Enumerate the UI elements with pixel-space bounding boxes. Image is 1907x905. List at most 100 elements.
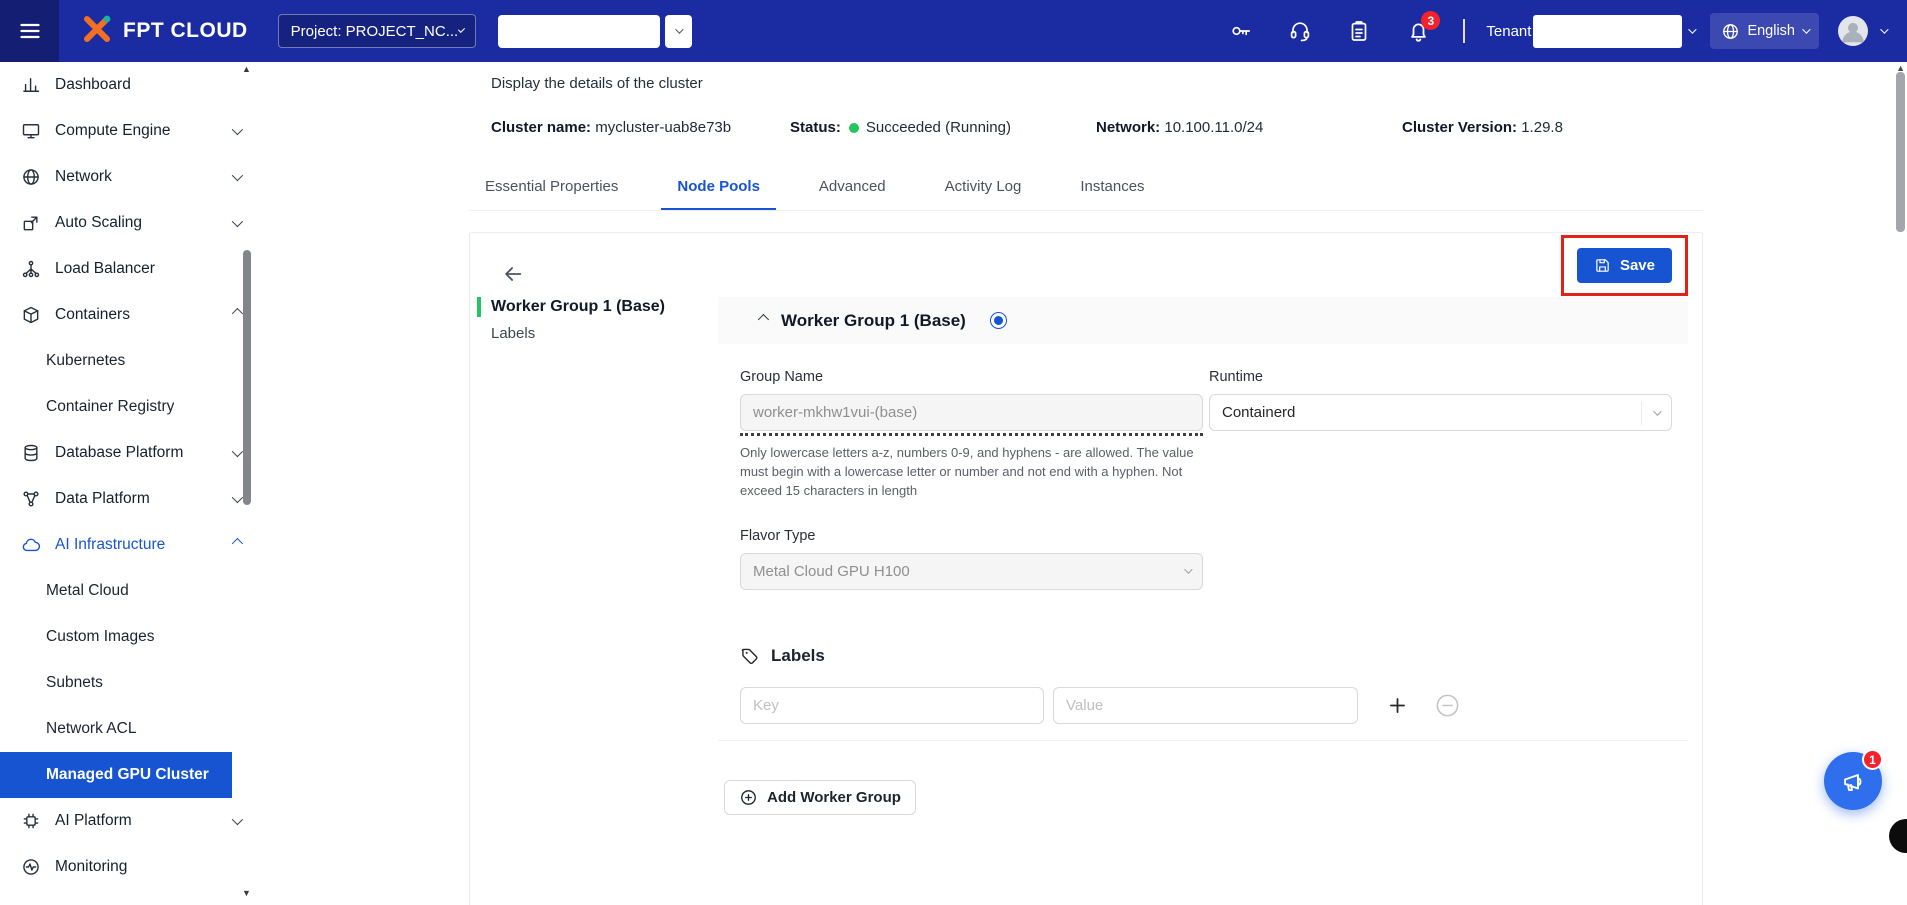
globe-icon [20, 166, 42, 188]
monitoring-icon [20, 856, 42, 878]
tab-essential-properties[interactable]: Essential Properties [469, 165, 634, 210]
sidebar-item-ai-infrastructure[interactable]: AI Infrastructure [0, 522, 254, 568]
sidebar-item-network-acl[interactable]: Network ACL [0, 706, 254, 752]
hamburger-menu-icon[interactable] [0, 0, 59, 62]
tab-node-pools[interactable]: Node Pools [661, 165, 776, 210]
tab-instances[interactable]: Instances [1064, 165, 1160, 210]
group-name-label: Group Name [740, 369, 1203, 385]
announcements-fab[interactable]: 1 [1824, 752, 1882, 810]
chevron-down-icon [232, 492, 243, 503]
sidebar-item-container-registry[interactable]: Container Registry [0, 384, 254, 430]
user-avatar[interactable] [1838, 16, 1868, 46]
flavor-type-field: Flavor Type Metal Cloud GPU H100 [740, 528, 1203, 590]
clipboard-icon [1347, 19, 1371, 43]
cloud-icon [20, 534, 42, 556]
fpt-cloud-logo: FPT CLOUD [80, 14, 248, 49]
navbar-right-group: 3 Tenant English [1195, 13, 1886, 49]
chevron-down-icon [1802, 25, 1810, 33]
chevron-down-icon[interactable] [1689, 25, 1697, 33]
sidebar-item-custom-images[interactable]: Custom Images [0, 614, 254, 660]
worker-group-panel-header[interactable]: Worker Group 1 (Base) [718, 297, 1688, 344]
navbar-search-dropdown-button[interactable] [665, 15, 692, 48]
sidebar-item-managed-gpu-cluster[interactable]: Managed GPU Cluster [0, 752, 232, 798]
runtime-label: Runtime [1209, 369, 1672, 385]
logo-text: FPT CLOUD [123, 19, 248, 43]
cluster-network: Network: 10.100.11.0/24 [1096, 119, 1402, 136]
chevron-down-icon [232, 446, 243, 457]
sidebar-item-compute-engine[interactable]: Compute Engine [0, 108, 254, 154]
back-button[interactable] [498, 259, 528, 289]
plus-circle-icon [739, 788, 758, 807]
worker-group-nav-labels-link[interactable]: Labels [491, 325, 718, 342]
cluster-tabs: Essential Properties Node Pools Advanced… [469, 165, 1703, 211]
globe-icon [1721, 22, 1740, 41]
add-worker-group-button[interactable]: Add Worker Group [724, 780, 916, 815]
chevron-down-icon [675, 25, 683, 33]
sidebar-item-data-platform[interactable]: Data Platform [0, 476, 254, 522]
tag-icon [740, 646, 760, 666]
cluster-info-row: Cluster name: mycluster-uab8e73b Status:… [469, 119, 1703, 136]
label-key-input[interactable] [740, 687, 1044, 724]
sidebar-item-dashboard[interactable]: Dashboard [0, 62, 254, 108]
disabled-dotted-underline [740, 433, 1203, 436]
sidebar-item-auto-scaling[interactable]: Auto Scaling [0, 200, 254, 246]
select-separator [1641, 401, 1642, 425]
labels-section-header: Labels [740, 646, 1672, 666]
main-scrollbar[interactable] [1896, 72, 1905, 232]
megaphone-icon [1840, 768, 1867, 795]
sidebar-item-subnets[interactable]: Subnets [0, 660, 254, 706]
label-key-value-row [740, 687, 1672, 724]
api-key-button[interactable] [1228, 18, 1254, 44]
project-select[interactable]: Project: PROJECT_NC... [278, 14, 476, 48]
runtime-field: Runtime Containerd [1209, 369, 1672, 501]
node-pools-card: Save Worker Group 1 (Base) Labels Worker… [469, 232, 1703, 905]
runtime-select[interactable]: Containerd [1209, 394, 1672, 431]
plus-icon [1387, 695, 1408, 716]
sidebar-item-containers[interactable]: Containers [0, 292, 254, 338]
language-select[interactable]: English [1710, 13, 1819, 49]
sidebar-item-metal-cloud[interactable]: Metal Cloud [0, 568, 254, 614]
arrow-left-icon [502, 263, 524, 285]
save-button-highlight: Save [1561, 235, 1688, 296]
data-nodes-icon [20, 488, 42, 510]
save-button[interactable]: Save [1577, 248, 1672, 283]
sidebar-item-ai-platform[interactable]: AI Platform [0, 798, 254, 844]
page-subtitle: Display the details of the cluster [469, 62, 1703, 92]
clipboard-button[interactable] [1346, 18, 1372, 44]
worker-group-radio[interactable] [990, 312, 1007, 329]
chevron-down-icon[interactable] [1880, 25, 1888, 33]
sidebar-item-kubernetes[interactable]: Kubernetes [0, 338, 254, 384]
tenant-input[interactable] [1533, 15, 1682, 48]
sidebar-scrollbar-up-icon[interactable]: ▲ [242, 64, 251, 74]
notification-badge: 3 [1421, 11, 1440, 30]
sidebar-scrollbar[interactable] [243, 250, 251, 505]
remove-label-button[interactable] [1434, 692, 1461, 719]
label-value-input[interactable] [1053, 687, 1358, 724]
chevron-down-icon [1184, 565, 1192, 573]
key-icon [1229, 19, 1253, 43]
chevron-down-icon [232, 170, 243, 181]
chevron-up-icon [232, 308, 243, 319]
language-label: English [1747, 23, 1795, 39]
sidebar-item-database-platform[interactable]: Database Platform [0, 430, 254, 476]
collapse-chevron-icon[interactable] [758, 313, 769, 324]
sidebar-item-network[interactable]: Network [0, 154, 254, 200]
sidebar-item-monitoring[interactable]: Monitoring [0, 844, 254, 890]
chevron-down-icon [232, 814, 243, 825]
navbar-divider [1463, 19, 1465, 43]
support-button[interactable] [1287, 18, 1313, 44]
fpt-logo-mark-icon [80, 14, 114, 49]
navbar-search-input[interactable] [498, 15, 660, 48]
tab-advanced[interactable]: Advanced [803, 165, 902, 210]
panel-divider [718, 740, 1688, 741]
add-label-button[interactable] [1384, 692, 1410, 718]
save-floppy-icon [1594, 257, 1611, 274]
sidebar-scrollbar-down-icon[interactable]: ▼ [242, 888, 251, 898]
tab-activity-log[interactable]: Activity Log [929, 165, 1038, 210]
worker-group-nav: Worker Group 1 (Base) Labels [470, 297, 718, 815]
worker-group-nav-item[interactable]: Worker Group 1 (Base) [477, 297, 718, 317]
flavor-type-label: Flavor Type [740, 528, 1203, 544]
sidebar-item-load-balancer[interactable]: Load Balancer [0, 246, 254, 292]
notifications-button[interactable]: 3 [1405, 18, 1431, 44]
status-green-dot [849, 123, 859, 133]
